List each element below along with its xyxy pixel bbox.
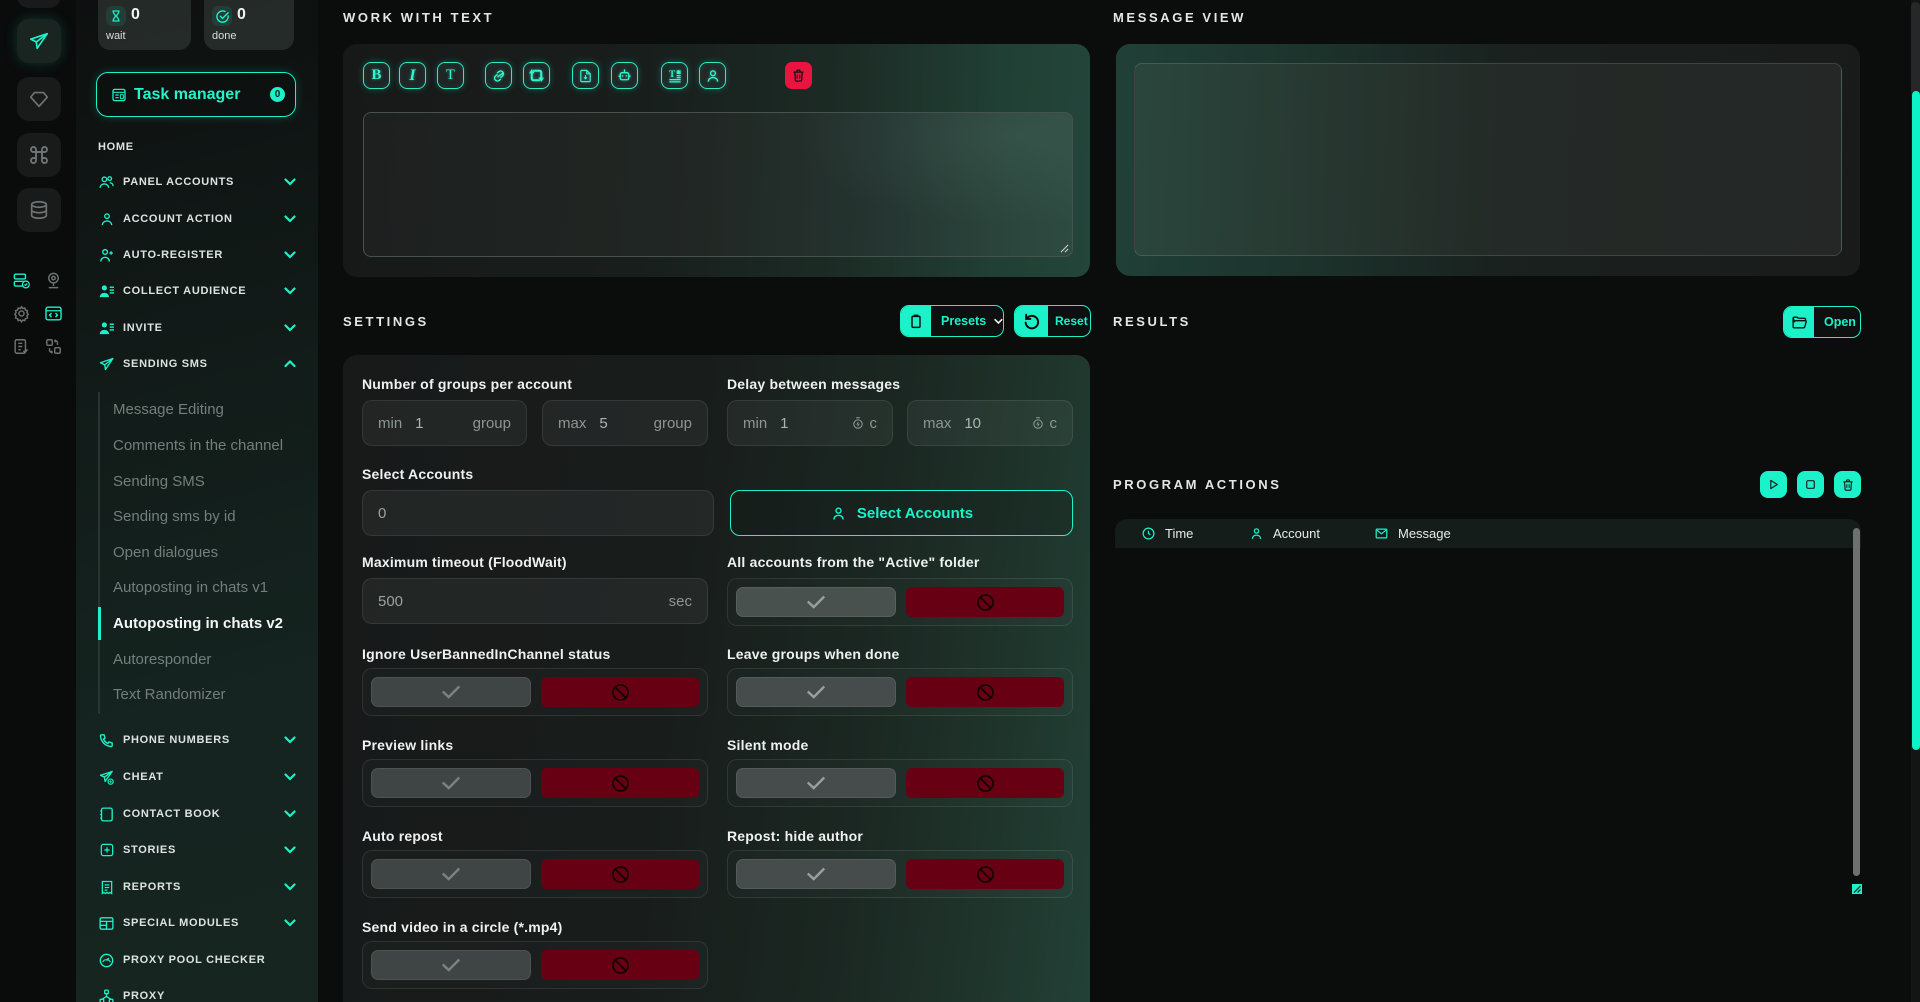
svg-text:T: T xyxy=(669,70,676,80)
